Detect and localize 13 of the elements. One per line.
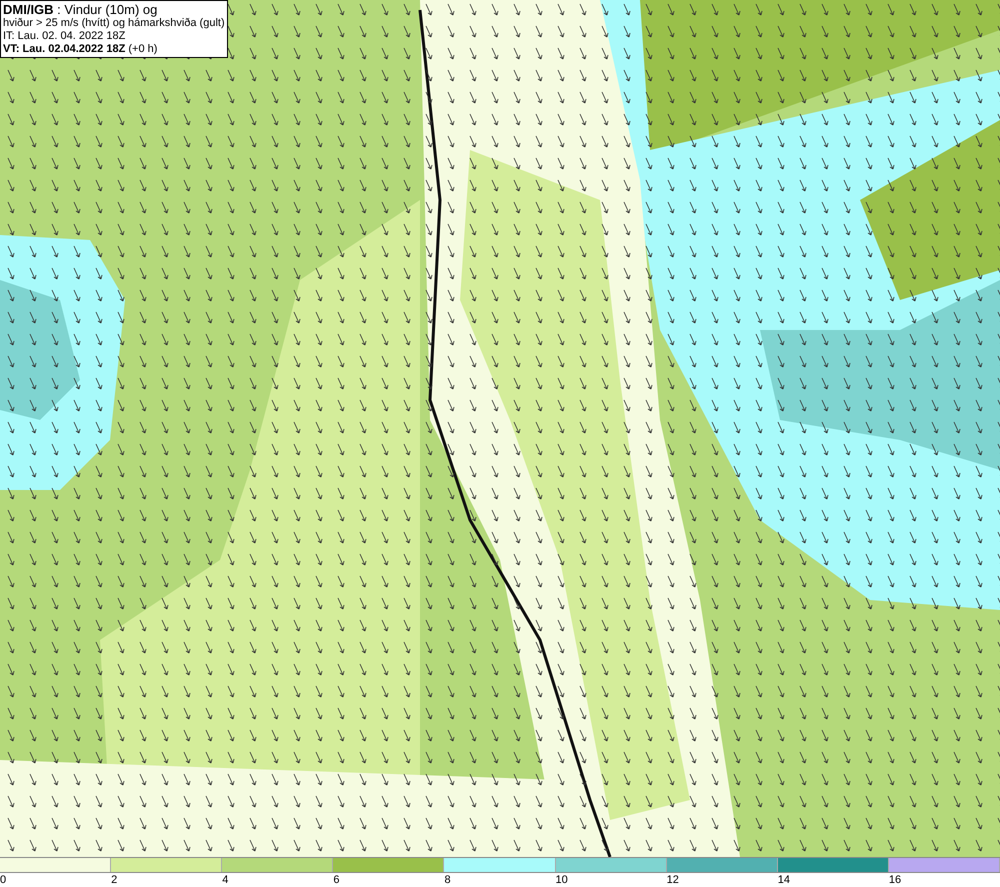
legend-label: 16: [888, 873, 902, 887]
legend-label: 6: [333, 873, 340, 887]
header-line: hviður > 25 m/s (hvítt) og hámarkshviða (gult): [3, 17, 225, 30]
legend-label: 4: [222, 873, 228, 887]
legend-label: 12: [666, 873, 679, 887]
header-line: IT: Lau. 02. 04. 2022 18Z: [3, 30, 126, 43]
header-line: DMI/IGB : Vindur (10m) og: [3, 2, 158, 17]
legend-label: 10: [556, 873, 568, 887]
legend-label: 0: [0, 873, 6, 887]
header-line: VT: Lau. 02.04.2022 18Z (+0 h): [3, 43, 158, 56]
legend-label: 14: [778, 873, 790, 887]
legend-label: 8: [444, 873, 451, 887]
legend-label: 2: [111, 873, 118, 887]
